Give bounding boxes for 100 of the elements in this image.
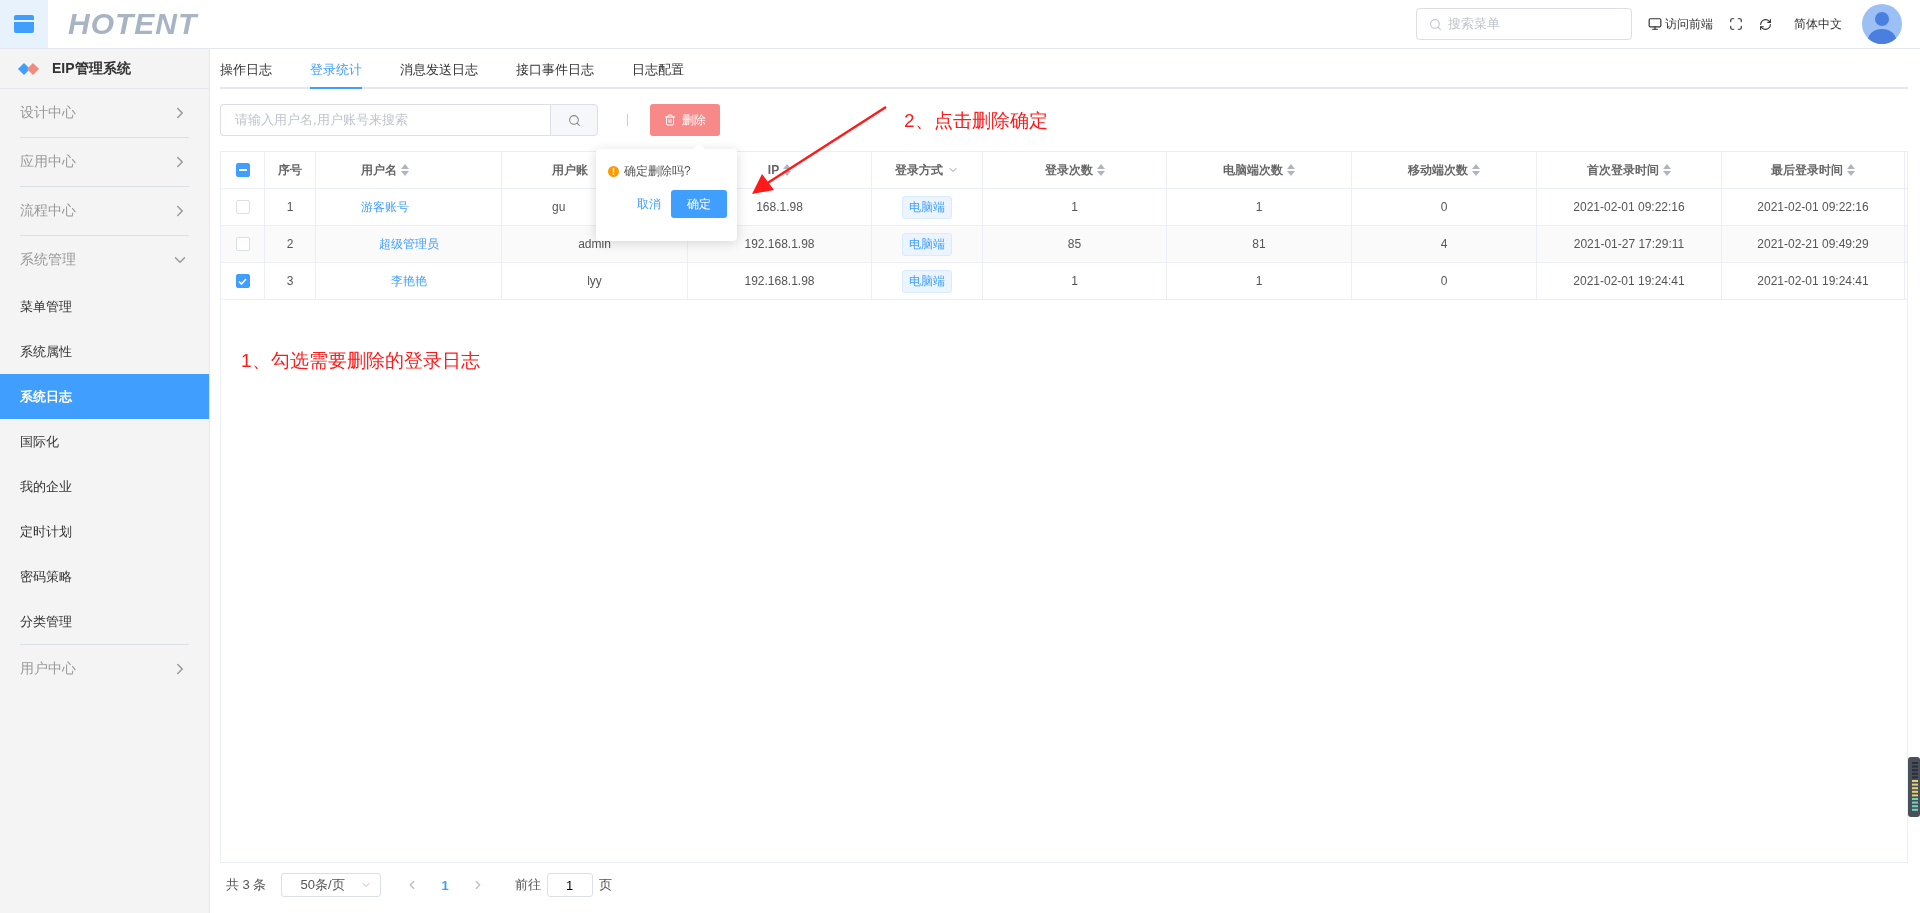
user-link[interactable]: 超级管理员 bbox=[378, 235, 439, 253]
tab[interactable]: 接口事件日志 bbox=[516, 61, 594, 89]
select-all-checkbox[interactable] bbox=[235, 163, 250, 177]
delete-button[interactable]: 删除 bbox=[650, 104, 720, 136]
monitor-icon bbox=[1648, 17, 1662, 31]
sidebar-item[interactable]: 国际化 bbox=[0, 419, 209, 464]
table-cell: 192.168.1.98 bbox=[744, 237, 815, 251]
table-cell: 192.168.1.98 bbox=[744, 274, 815, 288]
search-icon bbox=[1429, 17, 1442, 31]
row-checkbox[interactable] bbox=[235, 274, 250, 288]
column-header: 最后登录时间 bbox=[1771, 161, 1843, 179]
tab[interactable]: 登录统计 bbox=[310, 61, 362, 89]
table-cell: lyy bbox=[587, 274, 602, 288]
page-number[interactable]: 1 bbox=[441, 877, 449, 893]
table-cell: 2021-02-01 09:22:16 bbox=[1757, 200, 1869, 214]
level-meter-drawing bbox=[1908, 757, 1920, 817]
sort-icon[interactable] bbox=[1847, 164, 1855, 176]
column-header: IP bbox=[767, 163, 780, 177]
column-header: 首次登录时间 bbox=[1587, 161, 1659, 179]
logo: HOTENT bbox=[68, 7, 198, 41]
user-link[interactable]: 游客账号 bbox=[361, 198, 409, 216]
sidebar-group[interactable]: 应用中心 bbox=[20, 138, 189, 186]
sidebar-item[interactable]: 分类管理 bbox=[0, 599, 209, 644]
table-cell: admin bbox=[578, 237, 611, 251]
sort-icon[interactable] bbox=[783, 164, 792, 176]
refresh-icon[interactable] bbox=[1759, 17, 1772, 31]
trash-icon bbox=[664, 114, 676, 126]
menu-search-field[interactable]: 搜索菜单 bbox=[1416, 8, 1632, 40]
column-header: 电脑端次数 bbox=[1223, 161, 1283, 179]
warning-icon bbox=[608, 166, 619, 177]
brand-title: EIP管理系统 bbox=[52, 59, 131, 78]
table-cell: 0 bbox=[1440, 274, 1448, 288]
client-tag: 电脑端 bbox=[902, 232, 952, 256]
menu-toggle-button[interactable] bbox=[0, 0, 48, 48]
search-icon bbox=[567, 113, 581, 127]
table-cell: 2021-01-27 17:29:11 bbox=[1573, 237, 1685, 251]
fullscreen-icon[interactable] bbox=[1729, 17, 1743, 31]
column-header: 序号 bbox=[278, 161, 302, 179]
dash-icon bbox=[238, 169, 247, 171]
sidebar-group[interactable]: 系统管理 bbox=[20, 236, 189, 284]
avatar[interactable] bbox=[1862, 4, 1902, 44]
column-header: 用户名 bbox=[361, 161, 397, 179]
table-cell: 3 bbox=[286, 274, 294, 288]
tab[interactable]: 消息发送日志 bbox=[400, 61, 478, 89]
goto-page-field[interactable]: 1 bbox=[546, 873, 593, 897]
language-label[interactable]: 简体中文 bbox=[1794, 15, 1842, 33]
table-cell: 0 bbox=[1440, 200, 1448, 214]
search-field[interactable]: 请输入用户名,用户账号来搜索 bbox=[220, 104, 550, 136]
table-cell: 2021-02-21 09:49:29 bbox=[1757, 237, 1869, 251]
page-size-select[interactable]: 50条/页 bbox=[281, 873, 382, 897]
sort-icon[interactable] bbox=[401, 164, 409, 176]
table-cell: 2 bbox=[286, 237, 294, 251]
tab[interactable]: 操作日志 bbox=[220, 61, 272, 89]
brand-logo-icon bbox=[18, 62, 40, 75]
table-cell: 1 bbox=[1255, 200, 1263, 214]
table-cell: 2021-02-01 19:24:41 bbox=[1757, 274, 1869, 288]
sidebar-group[interactable]: 设计中心 bbox=[20, 89, 189, 137]
check-icon bbox=[238, 277, 247, 285]
client-tag: 电脑端 bbox=[902, 195, 952, 219]
placeholder: 搜索菜单 bbox=[1448, 15, 1500, 33]
sidebar-item[interactable]: 菜单管理 bbox=[0, 284, 209, 329]
column-header: 用户账 bbox=[552, 161, 588, 179]
confirm-button[interactable]: 确定 bbox=[671, 190, 727, 218]
sidebar-item[interactable]: 定时计划 bbox=[0, 509, 209, 554]
sort-icon[interactable] bbox=[1287, 164, 1295, 176]
tab[interactable]: 日志配置 bbox=[632, 61, 684, 89]
column-header: 登录次数 bbox=[1044, 161, 1093, 179]
sidebar-item[interactable]: 系统属性 bbox=[0, 329, 209, 374]
visit-frontend-link[interactable]: 访问前端 bbox=[1648, 15, 1713, 33]
table-cell: 1 bbox=[1071, 200, 1078, 214]
table-cell: 1 bbox=[1071, 274, 1078, 288]
table-cell: 2021-02-01 19:24:41 bbox=[1573, 274, 1685, 288]
table-cell: 2021-02-01 09:22:16 bbox=[1573, 200, 1685, 214]
column-header: 移动端次数 bbox=[1408, 161, 1468, 179]
menu-icon bbox=[14, 15, 34, 33]
column-header: 登录方式 bbox=[895, 161, 943, 179]
page-suffix: 页 bbox=[598, 876, 612, 894]
table-cell: gu bbox=[552, 200, 566, 214]
sidebar-item[interactable]: 密码策略 bbox=[0, 554, 209, 599]
client-tag: 电脑端 bbox=[902, 269, 952, 293]
table-cell: 85 bbox=[1067, 237, 1082, 251]
sidebar-item[interactable]: 我的企业 bbox=[0, 464, 209, 509]
table-cell: 1 bbox=[286, 200, 294, 214]
table-cell: 81 bbox=[1252, 237, 1266, 251]
cancel-button[interactable]: 取消 bbox=[637, 195, 661, 213]
sidebar-group[interactable]: 用户中心 bbox=[20, 645, 189, 693]
total-count: 共 3 条 bbox=[226, 876, 267, 894]
annotation-text: 2、点击删除确定 bbox=[904, 109, 1048, 133]
sort-icon[interactable] bbox=[1663, 164, 1671, 176]
table-cell: 168.1.98 bbox=[756, 200, 803, 214]
goto-label: 前往 bbox=[514, 876, 541, 894]
annotation-text: 1、勾选需要删除的登录日志 bbox=[241, 349, 480, 373]
sort-icon[interactable] bbox=[1096, 164, 1105, 176]
sort-icon[interactable] bbox=[1472, 164, 1480, 176]
sidebar-item[interactable]: 系统日志 bbox=[0, 374, 209, 419]
user-link[interactable]: 李艳艳 bbox=[390, 272, 427, 290]
confirm-message: 确定删除吗? bbox=[624, 163, 691, 180]
sidebar-group[interactable]: 流程中心 bbox=[20, 187, 189, 235]
search-button[interactable] bbox=[550, 104, 598, 136]
table-cell: 1 bbox=[1255, 274, 1263, 288]
